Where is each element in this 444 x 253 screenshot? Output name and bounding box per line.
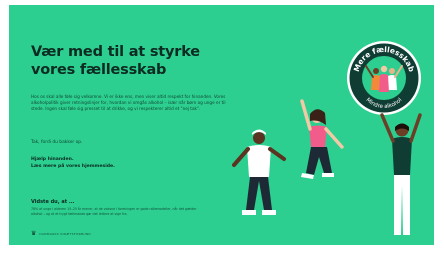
- cheering-person-right: [380, 113, 422, 235]
- poster-title: Vær med til at styrke vores fællesskab: [31, 44, 200, 78]
- person-with-cap: [232, 129, 286, 215]
- poster-slide: Vær med til at styrke vores fællesskab H…: [9, 5, 434, 245]
- cta-line-2: Læs mere på vores hjemmeside.: [31, 163, 115, 169]
- fact-heading: Vidste du, at ...: [31, 199, 75, 205]
- footer-logo: ♛ DANMARKS IDRÆTSFORBUND: [31, 231, 91, 237]
- intro-text: Hos os skal alle føle sig velkomne. Vi e…: [31, 94, 226, 111]
- thanks-text: Tak, fordi du bakker op.: [31, 140, 83, 145]
- footer-logo-text: DANMARKS IDRÆTSFORBUND: [39, 232, 92, 236]
- call-to-action: Hjælp hinanden. Læs mere på vores hjemme…: [31, 157, 115, 170]
- crown-icon: ♛: [31, 230, 37, 237]
- jumping-person: [300, 99, 344, 179]
- fact-text: 78% af unge i alderen 15–25 år mener, at…: [31, 207, 197, 216]
- cheering-people-illustration: [232, 99, 422, 235]
